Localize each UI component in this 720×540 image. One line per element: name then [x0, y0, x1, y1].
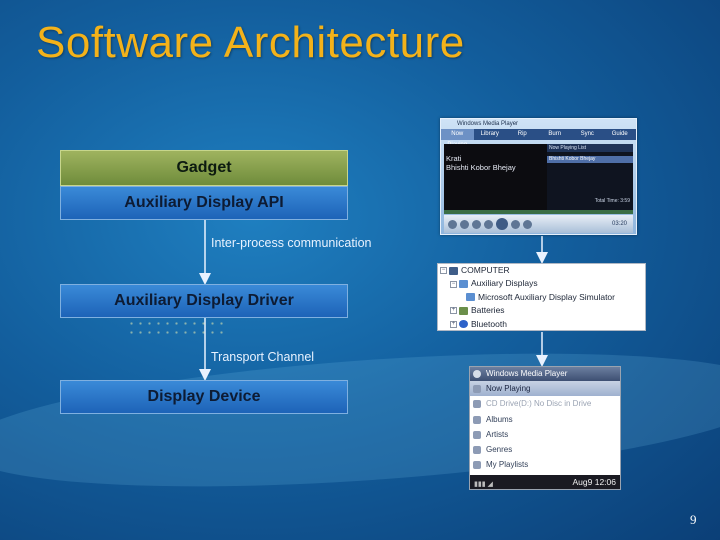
mobile-menu-playlists[interactable]: My Playlists: [470, 457, 620, 472]
tab-rip[interactable]: Rip: [506, 129, 539, 140]
tab-sync[interactable]: Sync: [571, 129, 604, 140]
collapse-icon[interactable]: −: [440, 267, 447, 275]
tree-item-auxiliary-displays[interactable]: − Auxiliary Displays: [438, 277, 645, 290]
battery-icon: [459, 306, 468, 315]
tree-item-label: Batteries: [471, 305, 505, 316]
track-artist: Krati: [446, 154, 462, 163]
tree-item-bluetooth[interactable]: + Bluetooth: [438, 318, 645, 330]
elapsed-time: 03:20: [611, 221, 627, 227]
expand-icon[interactable]: +: [450, 307, 457, 315]
tree-item-label: Auxiliary Displays: [471, 278, 538, 289]
mobile-menu-cd-drive[interactable]: CD Drive(D:) No Disc in Drive: [470, 396, 620, 411]
tab-guide[interactable]: Guide: [604, 129, 637, 140]
mobile-status-time: Aug9 12:06: [572, 477, 616, 487]
media-player-body: Now Playing List Krati Bhishti Kobor Bhe…: [444, 144, 633, 212]
tree-item-simulator[interactable]: Microsoft Auxiliary Display Simulator: [438, 291, 645, 304]
mute-icon[interactable]: [523, 219, 532, 229]
mobile-menu-now-playing[interactable]: Now Playing: [470, 381, 620, 397]
tree-root[interactable]: − COMPUTER: [438, 264, 645, 277]
tab-burn[interactable]: Burn: [539, 129, 572, 140]
next-icon[interactable]: [511, 219, 520, 229]
mobile-status-bar: ▮▮▮ ◢ Aug9 12:06: [470, 475, 620, 489]
previous-icon[interactable]: [484, 219, 493, 229]
stop-icon[interactable]: [472, 219, 481, 229]
seek-bar[interactable]: [444, 210, 633, 214]
mobile-menu-artists[interactable]: Artists: [470, 427, 620, 442]
now-playing-list: Bhishti Kobor Bhejay Total Time: 3:59: [547, 152, 633, 212]
device-layer-box: Display Device: [60, 380, 348, 414]
computer-icon: [449, 266, 458, 275]
slide-number: 9: [690, 512, 697, 527]
track-info: Krati Bhishti Kobor Bhejay: [444, 152, 544, 204]
mobile-app-title: Windows Media Player: [470, 367, 620, 381]
display-icon: [459, 280, 468, 289]
media-player-titlebar: Windows Media Player: [457, 121, 519, 127]
expand-icon[interactable]: +: [450, 320, 457, 328]
tree-item-label: Microsoft Auxiliary Display Simulator: [478, 291, 615, 302]
bluetooth-icon: [459, 320, 468, 329]
now-playing-list-item[interactable]: Bhishti Kobor Bhejay: [547, 156, 633, 163]
driver-label: Auxiliary Display Driver: [114, 292, 294, 309]
signal-icon: ▮▮▮ ◢: [474, 481, 493, 488]
playback-controls: 03:20: [444, 215, 633, 233]
driver-layer-box: Auxiliary Display Driver: [60, 284, 348, 318]
device-manager-tree: − COMPUTER − Auxiliary Displays Microsof…: [437, 263, 646, 331]
total-time: Total Time: 3:59: [594, 198, 630, 204]
tree-root-label: COMPUTER: [461, 265, 510, 275]
gadget-label: Gadget: [176, 159, 232, 176]
repeat-icon[interactable]: [460, 219, 469, 229]
now-playing-list-header: Now Playing List: [547, 144, 633, 152]
ipc-label: Inter-process communication: [211, 236, 372, 250]
device-label: Display Device: [147, 388, 261, 405]
api-layer-box: Auxiliary Display API: [60, 186, 348, 220]
mobile-menu-genres[interactable]: Genres: [470, 442, 620, 457]
api-label: Auxiliary Display API: [124, 194, 284, 211]
tab-now-playing[interactable]: Now Playing: [441, 129, 474, 148]
media-player-tabs: Now Playing Library Rip Burn Sync Guide: [441, 129, 637, 148]
tree-item-label: Bluetooth: [471, 318, 507, 329]
tree-item-batteries[interactable]: + Batteries: [438, 304, 645, 317]
transport-label: Transport Channel: [211, 350, 315, 364]
tab-library[interactable]: Library: [474, 129, 507, 140]
display-icon: [466, 293, 475, 302]
track-title: Bhishti Kobor Bhejay: [446, 163, 516, 172]
media-player-screenshot: Windows Media Player Now Playing Library…: [440, 118, 637, 235]
play-icon[interactable]: [496, 218, 508, 230]
collapse-icon[interactable]: −: [450, 280, 457, 288]
mobile-device-screen: Windows Media Player Now Playing CD Driv…: [469, 366, 621, 490]
mobile-menu-albums[interactable]: Albums: [470, 412, 620, 427]
gadget-layer-box: Gadget: [60, 150, 348, 337]
shuffle-icon[interactable]: [448, 219, 457, 229]
